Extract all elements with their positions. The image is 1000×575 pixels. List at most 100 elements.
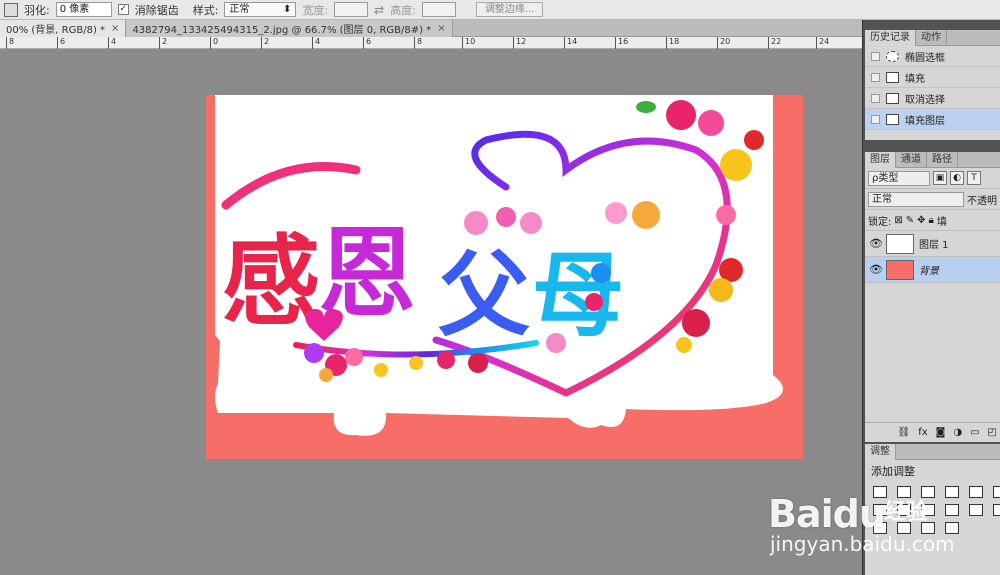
tab-actions[interactable]: 动作 bbox=[916, 30, 947, 46]
exposure-icon[interactable] bbox=[945, 486, 959, 498]
color-lookup-icon[interactable] bbox=[969, 504, 983, 516]
history-item-label: 取消选择 bbox=[905, 94, 945, 106]
height-input[interactable] bbox=[421, 2, 456, 17]
eye-icon[interactable]: 👁︎ bbox=[869, 263, 883, 276]
tab-layers[interactable]: 图层 bbox=[865, 152, 896, 168]
fx-icon[interactable]: fx bbox=[918, 427, 927, 438]
gradient-map-icon[interactable] bbox=[921, 522, 935, 534]
ruler-tick: 4 bbox=[312, 37, 320, 49]
ruler-tick: 16 bbox=[615, 37, 628, 49]
history-snapshot-box[interactable] bbox=[871, 72, 880, 82]
brightness-icon[interactable] bbox=[873, 486, 887, 498]
antialias-label: 消除锯齿 bbox=[134, 3, 179, 17]
history-item[interactable]: 椭圆选框 bbox=[865, 46, 1000, 67]
color-balance-icon[interactable] bbox=[873, 504, 887, 516]
artwork: 感 恩 父 母 bbox=[215, 95, 783, 436]
title-char-1: 感 bbox=[222, 224, 320, 339]
style-select[interactable]: 正常 ⬍ bbox=[224, 2, 297, 17]
tab-paths[interactable]: 路径 bbox=[927, 152, 958, 168]
history-snapshot-box[interactable] bbox=[871, 114, 880, 124]
ruler-tick: 6 bbox=[363, 37, 371, 49]
invert-icon[interactable] bbox=[993, 504, 1000, 516]
vibrance-icon[interactable] bbox=[969, 486, 983, 498]
history-step-icon bbox=[886, 113, 899, 125]
ruler-tick: 0 bbox=[210, 37, 218, 49]
ruler-tick: 24 bbox=[816, 37, 829, 49]
ruler-tick: 18 bbox=[666, 37, 679, 49]
layer-thumbnail bbox=[886, 233, 914, 254]
mask-icon[interactable]: ◙ bbox=[936, 427, 946, 438]
tab-adjustments[interactable]: 调整 bbox=[865, 444, 896, 460]
swap-icon[interactable]: ⇄ bbox=[374, 3, 384, 17]
lock-all-icon[interactable]: 🔒︎ bbox=[929, 215, 934, 226]
opacity-label: 不透明 bbox=[967, 195, 997, 207]
curves-icon[interactable] bbox=[921, 486, 935, 498]
marquee-tool-icon[interactable] bbox=[4, 2, 18, 17]
history-item-label: 填充 bbox=[905, 73, 925, 85]
close-icon[interactable]: × bbox=[437, 23, 445, 34]
link-icon[interactable]: ⛓ bbox=[898, 427, 911, 438]
ruler-tick: 2 bbox=[159, 37, 167, 49]
levels-icon[interactable] bbox=[897, 486, 911, 498]
layer-row-selected[interactable]: 👁︎ 背景 bbox=[865, 257, 1000, 283]
ruler-tick: 6 bbox=[57, 37, 65, 49]
folder-icon[interactable]: ▭ bbox=[970, 427, 979, 438]
adjustments-title: 添加调整 bbox=[871, 465, 915, 478]
blend-row: 正常 不透明 bbox=[865, 189, 1000, 210]
tab-history[interactable]: 历史记录 bbox=[865, 30, 916, 46]
posterize-icon[interactable] bbox=[873, 522, 887, 534]
ruler-tick: 8 bbox=[414, 37, 422, 49]
history-step-icon bbox=[886, 92, 899, 104]
document-tab-label: 4382794_133425494315_2.jpg @ 66.7% (图层 0… bbox=[132, 25, 432, 36]
ruler-tick: 10 bbox=[462, 37, 475, 49]
lock-paint-icon[interactable]: ✎ bbox=[906, 215, 914, 226]
channel-mixer-icon[interactable] bbox=[945, 504, 959, 516]
history-item[interactable]: 填充 bbox=[865, 67, 1000, 88]
adjustment-icons bbox=[865, 482, 1000, 538]
title-char-4: 母 bbox=[532, 242, 624, 349]
document-tab-bar: 00% (背景, RGB/8) * × 4382794_133425494315… bbox=[0, 20, 862, 37]
lock-move-icon[interactable]: ✥ bbox=[917, 215, 925, 226]
layers-panel: 图层 通道 路径 ρ类型 ▣ ◐ T 正常 不透明 锁定: ⊠ ✎ ✥ 🔒︎ 填… bbox=[865, 152, 1000, 442]
layer-row[interactable]: 👁︎ 图层 1 bbox=[865, 231, 1000, 257]
refine-edge-button[interactable]: 调整边缘... bbox=[475, 2, 544, 17]
adjustment-layer-icon[interactable]: ◑ bbox=[953, 427, 962, 438]
selective-color-icon[interactable] bbox=[945, 522, 959, 534]
history-step-icon bbox=[886, 71, 899, 83]
width-input[interactable] bbox=[334, 2, 369, 17]
close-icon[interactable]: × bbox=[111, 23, 119, 34]
photo-filter-icon[interactable] bbox=[921, 504, 935, 516]
document-tab-1[interactable]: 00% (背景, RGB/8) * × bbox=[0, 20, 127, 37]
feather-input[interactable]: 0 像素 bbox=[55, 2, 112, 17]
type-filter-icon[interactable]: T bbox=[967, 171, 981, 185]
ellipse-marquee-icon bbox=[886, 50, 899, 62]
history-snapshot-box[interactable] bbox=[871, 93, 880, 103]
layer-thumbnail bbox=[886, 259, 914, 280]
lock-transparent-icon[interactable]: ⊠ bbox=[894, 215, 902, 226]
layer-filter-select[interactable]: ρ类型 bbox=[868, 170, 930, 186]
blend-mode-select[interactable]: 正常 bbox=[868, 191, 964, 207]
new-layer-icon[interactable]: ◰ bbox=[988, 427, 997, 438]
lock-row: 锁定: ⊠ ✎ ✥ 🔒︎ 填 bbox=[865, 210, 1000, 231]
height-label: 高度: bbox=[390, 3, 416, 17]
bw-icon[interactable] bbox=[897, 504, 911, 516]
history-snapshot-box[interactable] bbox=[871, 51, 880, 61]
image-filter-icon[interactable]: ▣ bbox=[933, 171, 947, 185]
adjustment-filter-icon[interactable]: ◐ bbox=[950, 171, 964, 185]
threshold-icon[interactable] bbox=[897, 522, 911, 534]
document-tab-2[interactable]: 4382794_133425494315_2.jpg @ 66.7% (图层 0… bbox=[126, 20, 453, 37]
document-tab-label: 00% (背景, RGB/8) * bbox=[6, 25, 106, 36]
antialias-checkbox[interactable]: ✓ bbox=[117, 4, 129, 15]
eye-icon[interactable]: 👁︎ bbox=[869, 237, 883, 250]
history-item[interactable]: 取消选择 bbox=[865, 88, 1000, 109]
layers-footer: ⛓ fx ◙ ◑ ▭ ◰ bbox=[865, 422, 1000, 442]
lock-label: 锁定: bbox=[868, 216, 892, 228]
ruler-tick: 8 bbox=[6, 37, 14, 49]
ruler-tick: 2 bbox=[261, 37, 269, 49]
hue-icon[interactable] bbox=[993, 486, 1000, 498]
history-panel-tabs: 历史记录 动作 bbox=[865, 30, 1000, 46]
ruler-tick: 12 bbox=[513, 37, 526, 49]
tab-channels[interactable]: 通道 bbox=[896, 152, 927, 168]
history-item-selected[interactable]: 填充图层 bbox=[865, 109, 1000, 130]
history-item-label: 椭圆选框 bbox=[905, 52, 945, 64]
